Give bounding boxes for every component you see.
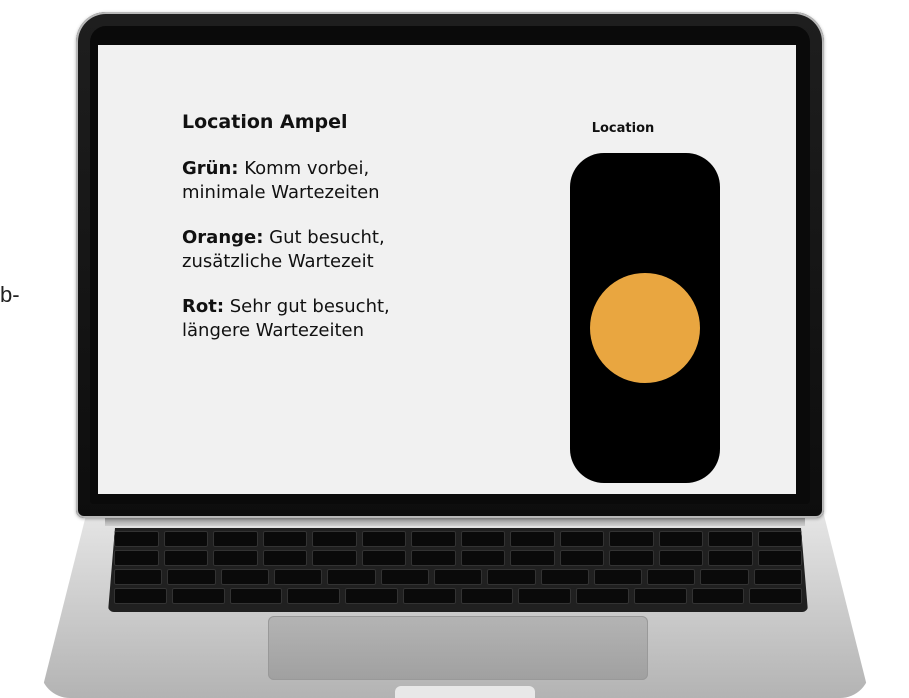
legend-text: Gut besucht, <box>263 227 385 248</box>
legend-text: minimale Wartezeiten <box>182 182 380 203</box>
key-row <box>108 528 808 547</box>
laptop-lid: Location Ampel Grün: Komm vorbei, minima… <box>76 12 824 518</box>
legend-item-green: Grün: Komm vorbei, minimale Wartezeiten <box>182 157 482 205</box>
legend-label: Orange: <box>182 227 264 248</box>
legend-label: Grün: <box>182 158 239 179</box>
stray-text: b- <box>0 282 20 307</box>
legend-text: längere Wartezeiten <box>182 320 365 341</box>
traffic-light <box>570 153 720 483</box>
legend-text: Sehr gut besucht, <box>224 296 390 317</box>
key-row <box>108 547 808 566</box>
key-row <box>108 585 808 604</box>
laptop-notch <box>395 686 535 698</box>
legend-label: Rot: <box>182 296 225 317</box>
trackpad <box>268 616 648 680</box>
ampel-legend: Location Ampel Grün: Komm vorbei, minima… <box>182 111 482 364</box>
legend-title: Location Ampel <box>182 111 348 133</box>
traffic-light-lamp <box>590 273 700 383</box>
key-row <box>108 566 808 585</box>
legend-text: zusätzliche Wartezeit <box>182 251 374 272</box>
traffic-light-label: Location <box>591 121 655 136</box>
legend-text: Komm vorbei, <box>238 158 370 179</box>
keyboard <box>108 528 808 612</box>
screen: Location Ampel Grün: Komm vorbei, minima… <box>98 45 796 494</box>
legend-item-orange: Orange: Gut besucht, zusätzliche Warteze… <box>182 226 482 274</box>
legend-item-red: Rot: Sehr gut besucht, längere Wartezeit… <box>182 295 482 343</box>
